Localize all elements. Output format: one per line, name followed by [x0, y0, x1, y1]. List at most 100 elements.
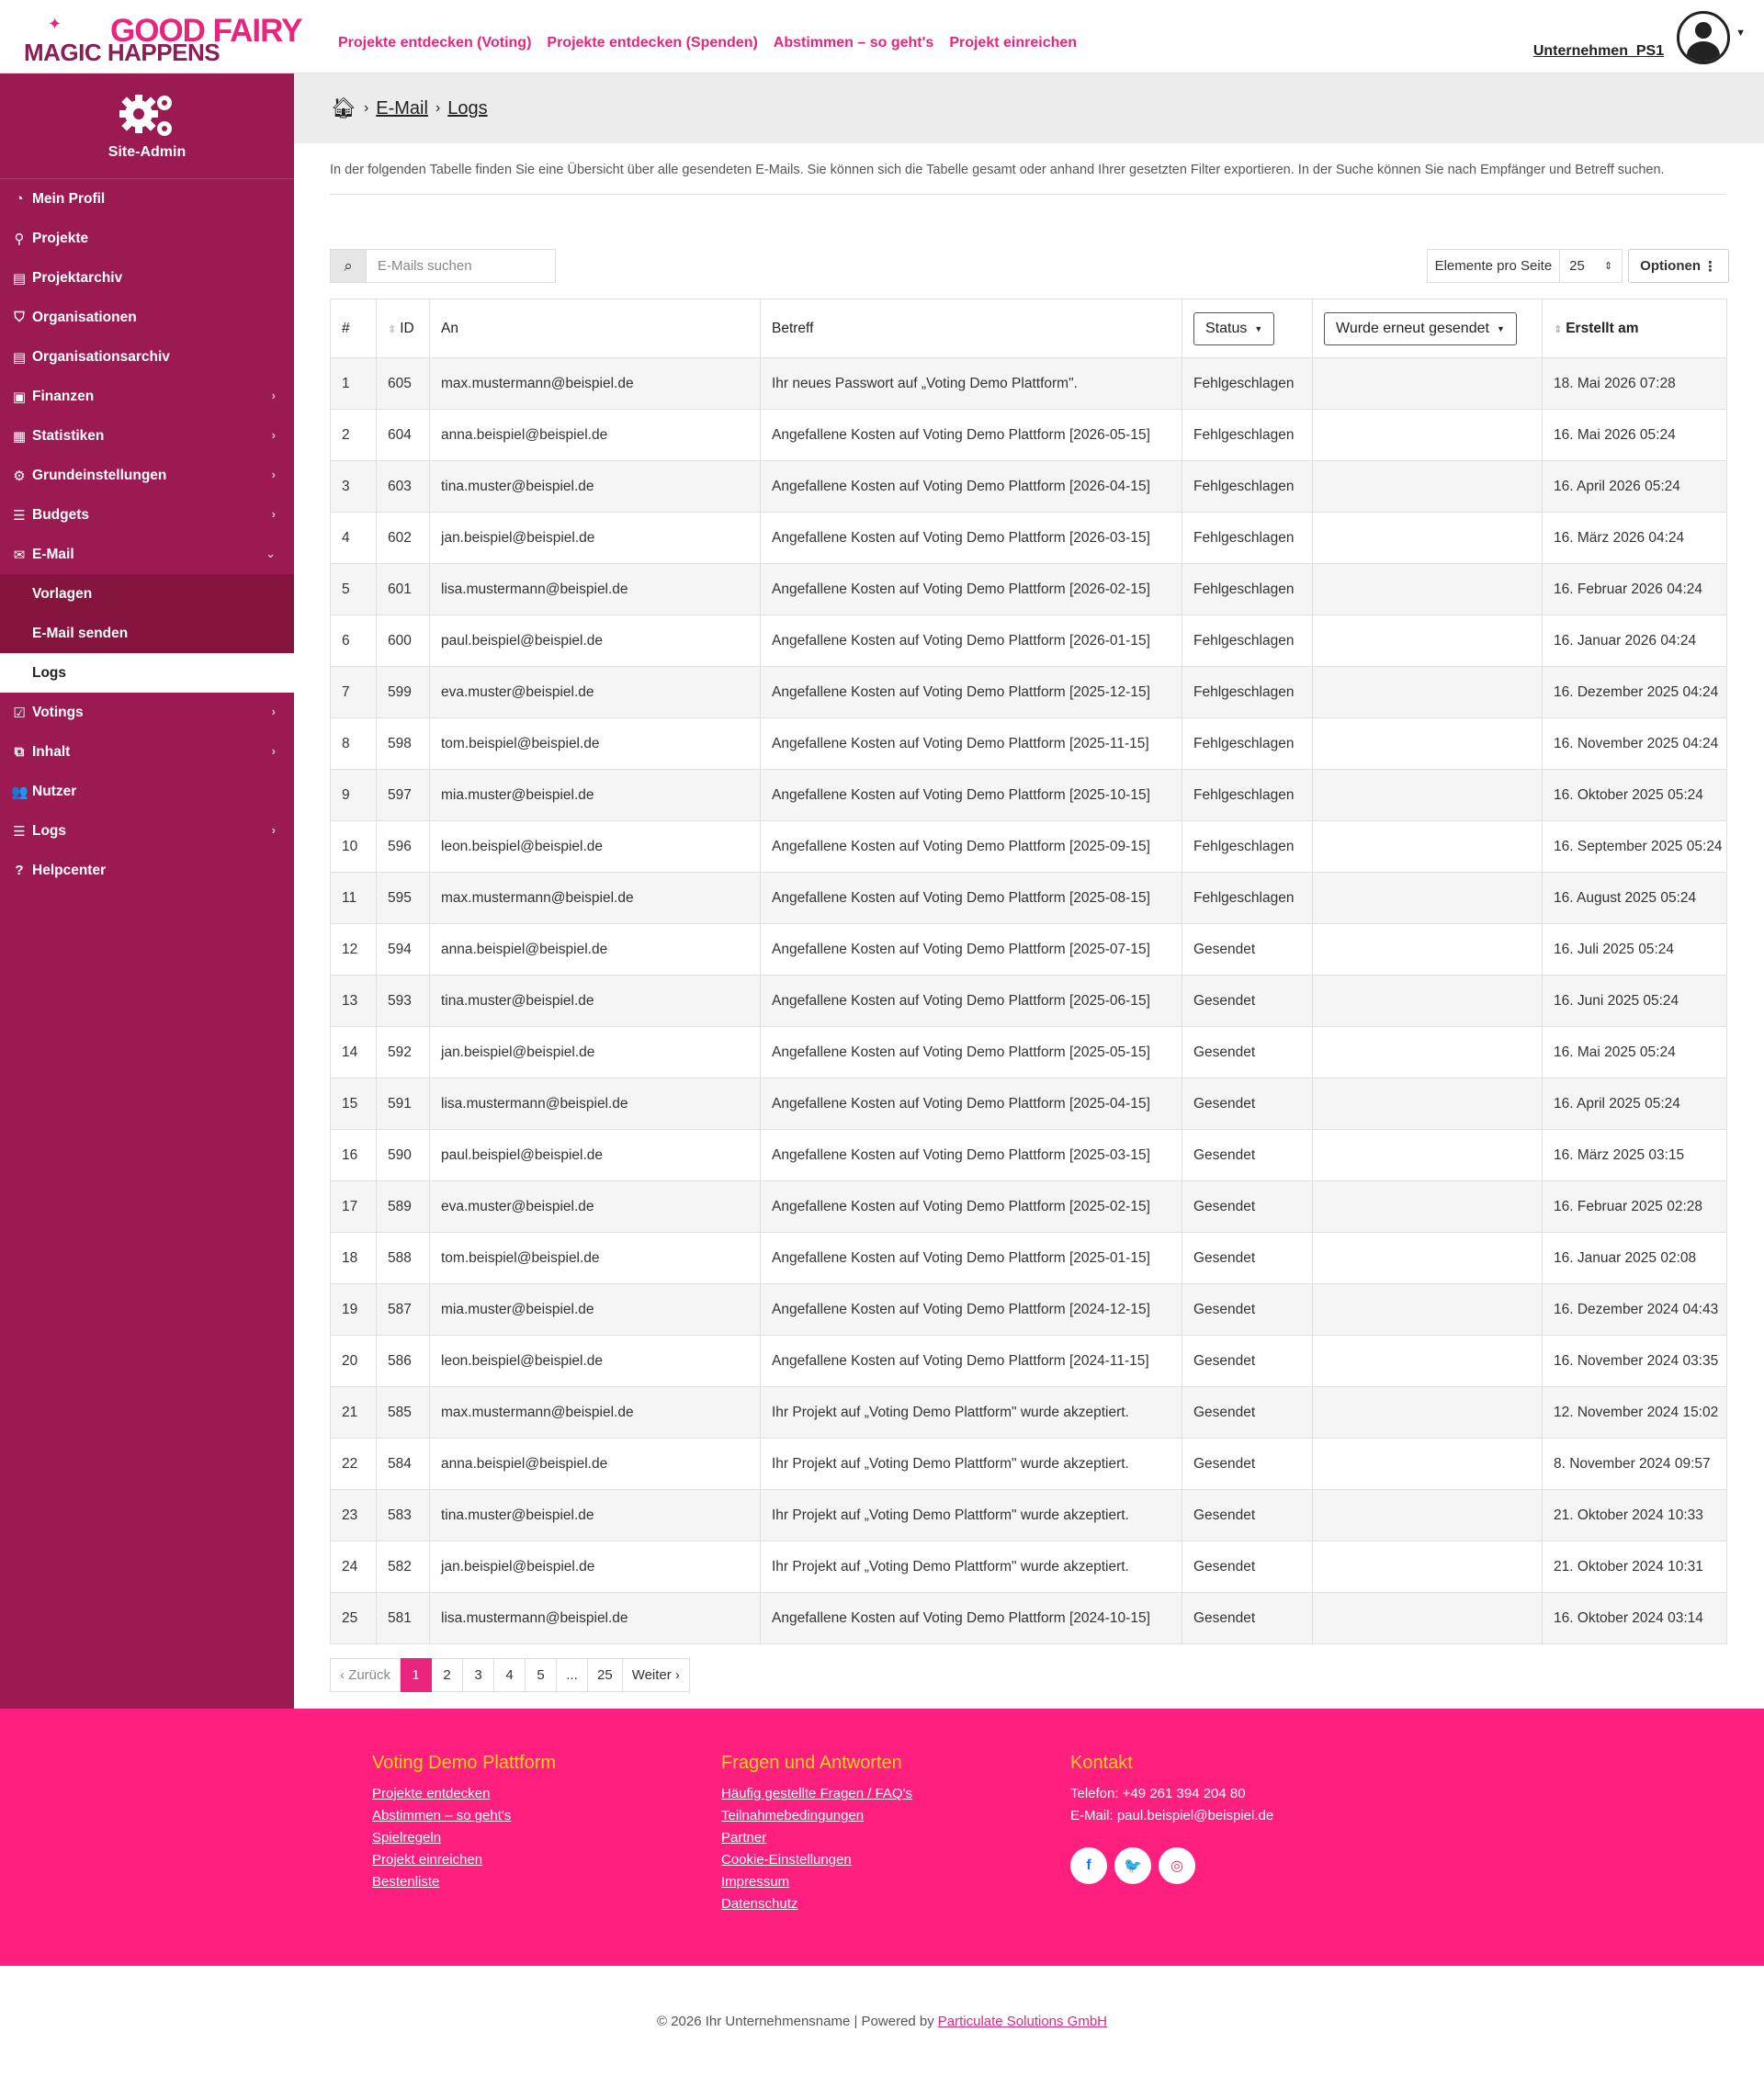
cell-recipient: jan.beispiel@beispiel.de	[429, 512, 761, 564]
cell-subject: Angefallene Kosten auf Voting Demo Platt…	[760, 975, 1182, 1027]
twitter-icon[interactable]: 🐦	[1114, 1847, 1151, 1884]
topnav-link-2[interactable]: Projekte entdecken (Spenden)	[547, 35, 757, 51]
sidebar-item-budgets[interactable]: ☰ Budgets ›	[0, 495, 294, 535]
sidebar-item-projekte[interactable]: ⚲ Projekte	[0, 219, 294, 258]
footer-link-impressum[interactable]: Impressum	[721, 1871, 912, 1893]
home-icon[interactable]: 🏠︎	[331, 96, 356, 120]
table-row[interactable]: 19 587 mia.muster@beispiel.de Angefallene K…	[330, 1283, 1727, 1336]
pagination-page[interactable]: 4	[494, 1658, 526, 1692]
pagination-page[interactable]: 25	[588, 1658, 623, 1692]
table-row[interactable]: 4 602 jan.beispiel@beispiel.de Angefallene …	[330, 512, 1727, 564]
footer-link-datenschutz[interactable]: Datenschutz	[721, 1893, 912, 1915]
topnav-link-1[interactable]: Projekte entdecken (Voting)	[338, 35, 531, 51]
cell-created: 12. November 2024 15:02	[1542, 1386, 1727, 1439]
resent-filter-button[interactable]: Wurde erneut gesendet ▼	[1324, 311, 1517, 345]
per-page-select[interactable]: 25 ⇕	[1560, 249, 1623, 283]
breadcrumb-email[interactable]: E-Mail	[376, 98, 428, 119]
search-input[interactable]	[367, 249, 556, 283]
table-row[interactable]: 9 597 mia.muster@beispiel.de Angefallene Ko…	[330, 769, 1727, 821]
footer-link-bestenliste[interactable]: Bestenliste	[372, 1871, 556, 1893]
cell-recipient: lisa.mustermann@beispiel.de	[429, 1078, 761, 1130]
question-circle-icon: ?	[15, 863, 24, 878]
cell-created: 8. November 2024 09:57	[1542, 1438, 1727, 1490]
cell-created: 16. Oktober 2025 05:24	[1542, 769, 1727, 821]
sidebar-item-organisationsarchiv[interactable]: ▤ Organisationsarchiv	[0, 337, 294, 377]
sidebar-item-organisationen[interactable]: ⛉ Organisationen	[0, 298, 294, 337]
chevron-right-icon: ›	[271, 823, 276, 837]
table-row[interactable]: 20 586 leon.beispiel@beispiel.de Angefallen…	[330, 1335, 1727, 1387]
footer-link-cookie-einstellungen[interactable]: Cookie-Einstellungen	[721, 1849, 912, 1871]
sidebar-item-label: Inhalt	[32, 743, 71, 760]
table-row[interactable]: 10 596 leon.beispiel@beispiel.de Angefallen…	[330, 820, 1727, 873]
sidebar-subitem-e-mail-senden[interactable]: E-Mail senden	[0, 614, 294, 653]
table-row[interactable]: 22 584 anna.beispiel@beispiel.de Ihr Projek…	[330, 1438, 1727, 1490]
powered-by-link[interactable]: Particulate Solutions GmbH	[938, 2014, 1107, 2029]
pagination-prev[interactable]: ‹ Zurück	[330, 1658, 401, 1692]
topnav-link-4[interactable]: Projekt einreichen	[949, 35, 1077, 51]
footer-link-abstimmen-so-geht-s[interactable]: Abstimmen – so geht's	[372, 1805, 556, 1827]
pagination-page[interactable]: 1	[401, 1658, 433, 1692]
table-row[interactable]: 6 600 paul.beispiel@beispiel.de Angefallene…	[330, 615, 1727, 667]
sidebar-item-e-mail[interactable]: ✉ E-Mail ⌄	[0, 535, 294, 574]
facebook-icon[interactable]: f	[1070, 1847, 1107, 1884]
table-row[interactable]: 12 594 anna.beispiel@beispiel.de Angefallen…	[330, 923, 1727, 976]
user-menu[interactable]: Unternehmen_PS1 ▼	[1533, 11, 1746, 64]
table-row[interactable]: 17 589 eva.muster@beispiel.de Angefallene K…	[330, 1180, 1727, 1233]
table-row[interactable]: 14 592 jan.beispiel@beispiel.de Angefallene…	[330, 1026, 1727, 1078]
cell-recipient: anna.beispiel@beispiel.de	[429, 1438, 761, 1490]
sidebar-item-votings[interactable]: ☑ Votings ›	[0, 693, 294, 732]
table-row[interactable]: 11 595 max.mustermann@beispiel.de Angefalle…	[330, 872, 1727, 924]
avatar-icon[interactable]	[1677, 11, 1731, 64]
options-button[interactable]: Optionen ⋮	[1628, 249, 1729, 283]
sidebar-item-grundeinstellungen[interactable]: ⚙ Grundeinstellungen ›	[0, 456, 294, 495]
table-row[interactable]: 5 601 lisa.mustermann@beispiel.de Angefalle…	[330, 563, 1727, 615]
sidebar-subitem-vorlagen[interactable]: Vorlagen	[0, 574, 294, 614]
table-row[interactable]: 16 590 paul.beispiel@beispiel.de Angefallen…	[330, 1129, 1727, 1181]
footer-link-häufig-gestellte-fragen-faq-s[interactable]: Häufig gestellte Fragen / FAQ's	[721, 1783, 912, 1805]
sidebar-item-inhalt[interactable]: ⧉ Inhalt ›	[0, 732, 294, 772]
col-header-id[interactable]: ⇕ ID	[376, 299, 430, 358]
pagination-page[interactable]: ...	[557, 1658, 589, 1692]
cell-number: 19	[330, 1283, 377, 1336]
table-row[interactable]: 7 599 eva.muster@beispiel.de Angefallene Ko…	[330, 666, 1727, 718]
footer-link-teilnahmebedingungen[interactable]: Teilnahmebedingungen	[721, 1805, 912, 1827]
username-link[interactable]: Unternehmen_PS1	[1533, 43, 1664, 60]
table-row[interactable]: 25 581 lisa.mustermann@beispiel.de Angefall…	[330, 1592, 1727, 1644]
instagram-icon[interactable]: ◎	[1159, 1847, 1195, 1884]
table-row[interactable]: 18 588 tom.beispiel@beispiel.de Angefallene…	[330, 1232, 1727, 1284]
sidebar-item-mein-profil[interactable]: ◔ Mein Profil	[0, 179, 294, 219]
table-row[interactable]: 24 582 jan.beispiel@beispiel.de Ihr Projekt…	[330, 1541, 1727, 1593]
status-filter-button[interactable]: Status ▼	[1193, 311, 1275, 345]
footer-link-partner[interactable]: Partner	[721, 1827, 912, 1849]
footer-link-projekt-einreichen[interactable]: Projekt einreichen	[372, 1849, 556, 1871]
sidebar-subitem-logs[interactable]: Logs	[0, 653, 294, 693]
pagination-next[interactable]: Weiter ›	[622, 1658, 690, 1692]
table-row[interactable]: 21 585 max.mustermann@beispiel.de Ihr Proje…	[330, 1386, 1727, 1439]
topnav-link-3[interactable]: Abstimmen – so geht's	[774, 35, 934, 51]
footer-link-projekte-entdecken[interactable]: Projekte entdecken	[372, 1783, 556, 1805]
caret-down-icon[interactable]: ▼	[1736, 28, 1746, 39]
breadcrumb-logs[interactable]: Logs	[447, 98, 487, 119]
pagination-page[interactable]: 3	[463, 1658, 495, 1692]
sidebar-item-logs[interactable]: ☰ Logs ›	[0, 811, 294, 851]
table-row[interactable]: 3 603 tina.muster@beispiel.de Angefallene K…	[330, 460, 1727, 513]
pagination-page[interactable]: 2	[432, 1658, 464, 1692]
cell-subject: Angefallene Kosten auf Voting Demo Platt…	[760, 872, 1182, 924]
table-row[interactable]: 23 583 tina.muster@beispiel.de Ihr Projekt …	[330, 1489, 1727, 1541]
table-row[interactable]: 1 605 max.mustermann@beispiel.de Ihr neues …	[330, 357, 1727, 410]
table-row[interactable]: 15 591 lisa.mustermann@beispiel.de Angefall…	[330, 1078, 1727, 1130]
pagination-page[interactable]: 5	[526, 1658, 558, 1692]
footer-link-spielregeln[interactable]: Spielregeln	[372, 1827, 556, 1849]
table-row[interactable]: 8 598 tom.beispiel@beispiel.de Angefallene …	[330, 717, 1727, 770]
col-header-created[interactable]: ⇕ Erstellt am	[1542, 299, 1727, 358]
logo[interactable]: ✦ GOOD FAIRY MAGIC HAPPENS	[22, 9, 307, 66]
sidebar-item-helpcenter[interactable]: ? Helpcenter	[0, 851, 294, 890]
sidebar-item-nutzer[interactable]: 👥 Nutzer	[0, 772, 294, 811]
sidebar-item-statistiken[interactable]: ▦ Statistiken ›	[0, 416, 294, 456]
cell-subject: Angefallene Kosten auf Voting Demo Platt…	[760, 769, 1182, 821]
search-icon[interactable]: ⌕	[330, 249, 367, 283]
sidebar-item-projektarchiv[interactable]: ▤ Projektarchiv	[0, 258, 294, 298]
table-row[interactable]: 2 604 anna.beispiel@beispiel.de Angefallene…	[330, 409, 1727, 461]
sidebar-item-finanzen[interactable]: ▣ Finanzen ›	[0, 377, 294, 416]
table-row[interactable]: 13 593 tina.muster@beispiel.de Angefallene …	[330, 975, 1727, 1027]
